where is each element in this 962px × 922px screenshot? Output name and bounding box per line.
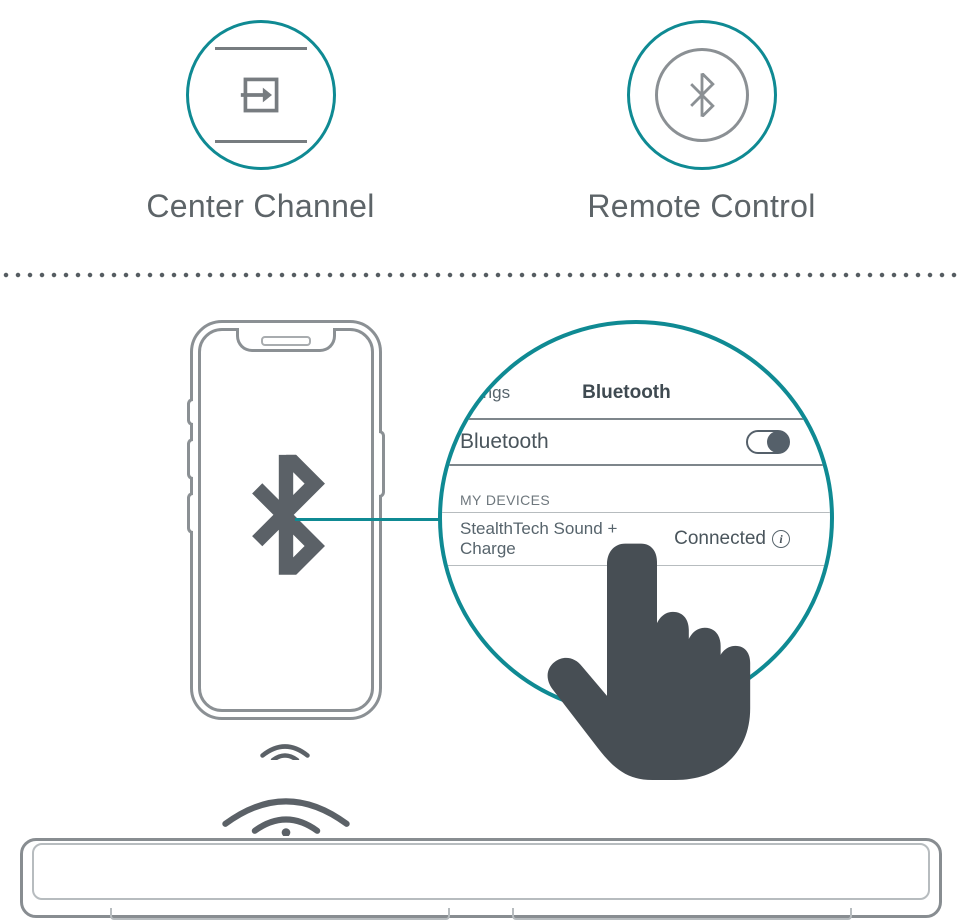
device-name: StealthTech Sound + Charge <box>460 519 674 559</box>
paired-device-row[interactable]: StealthTech Sound + Charge Connected <box>442 513 830 565</box>
pairing-illustration: ettings Bluetooth Bluetooth MY DEVICES S… <box>0 290 962 922</box>
center-channel-circle <box>186 20 336 170</box>
bluetooth-screen-title: Bluetooth <box>582 382 671 404</box>
top-options-row: Center Channel Remote Control <box>0 20 962 250</box>
remote-control-circle <box>627 20 777 170</box>
bluetooth-toggle-label: Bluetooth <box>460 430 549 454</box>
center-channel-option[interactable]: Center Channel <box>71 20 451 225</box>
bluetooth-icon <box>242 450 330 580</box>
center-channel-label: Center Channel <box>146 188 374 225</box>
info-icon[interactable] <box>772 530 790 548</box>
callout-connector <box>295 518 460 521</box>
device-status: Connected <box>674 528 766 550</box>
bluetooth-toggle[interactable] <box>746 430 790 454</box>
remote-control-option[interactable]: Remote Control <box>512 20 892 225</box>
remote-control-inner-ring <box>655 48 749 142</box>
bluetooth-icon <box>689 73 715 117</box>
input-source-icon <box>211 35 311 155</box>
my-devices-section-label: MY DEVICES <box>442 466 830 512</box>
wireless-signal-icon <box>216 784 356 836</box>
remote-control-label: Remote Control <box>587 188 815 225</box>
back-to-settings-label[interactable]: ettings <box>460 383 510 403</box>
wireless-signal-icon <box>255 730 315 760</box>
bluetooth-settings-callout: ettings Bluetooth Bluetooth MY DEVICES S… <box>438 320 834 716</box>
charging-pad <box>20 838 942 918</box>
dotted-divider <box>0 272 962 278</box>
